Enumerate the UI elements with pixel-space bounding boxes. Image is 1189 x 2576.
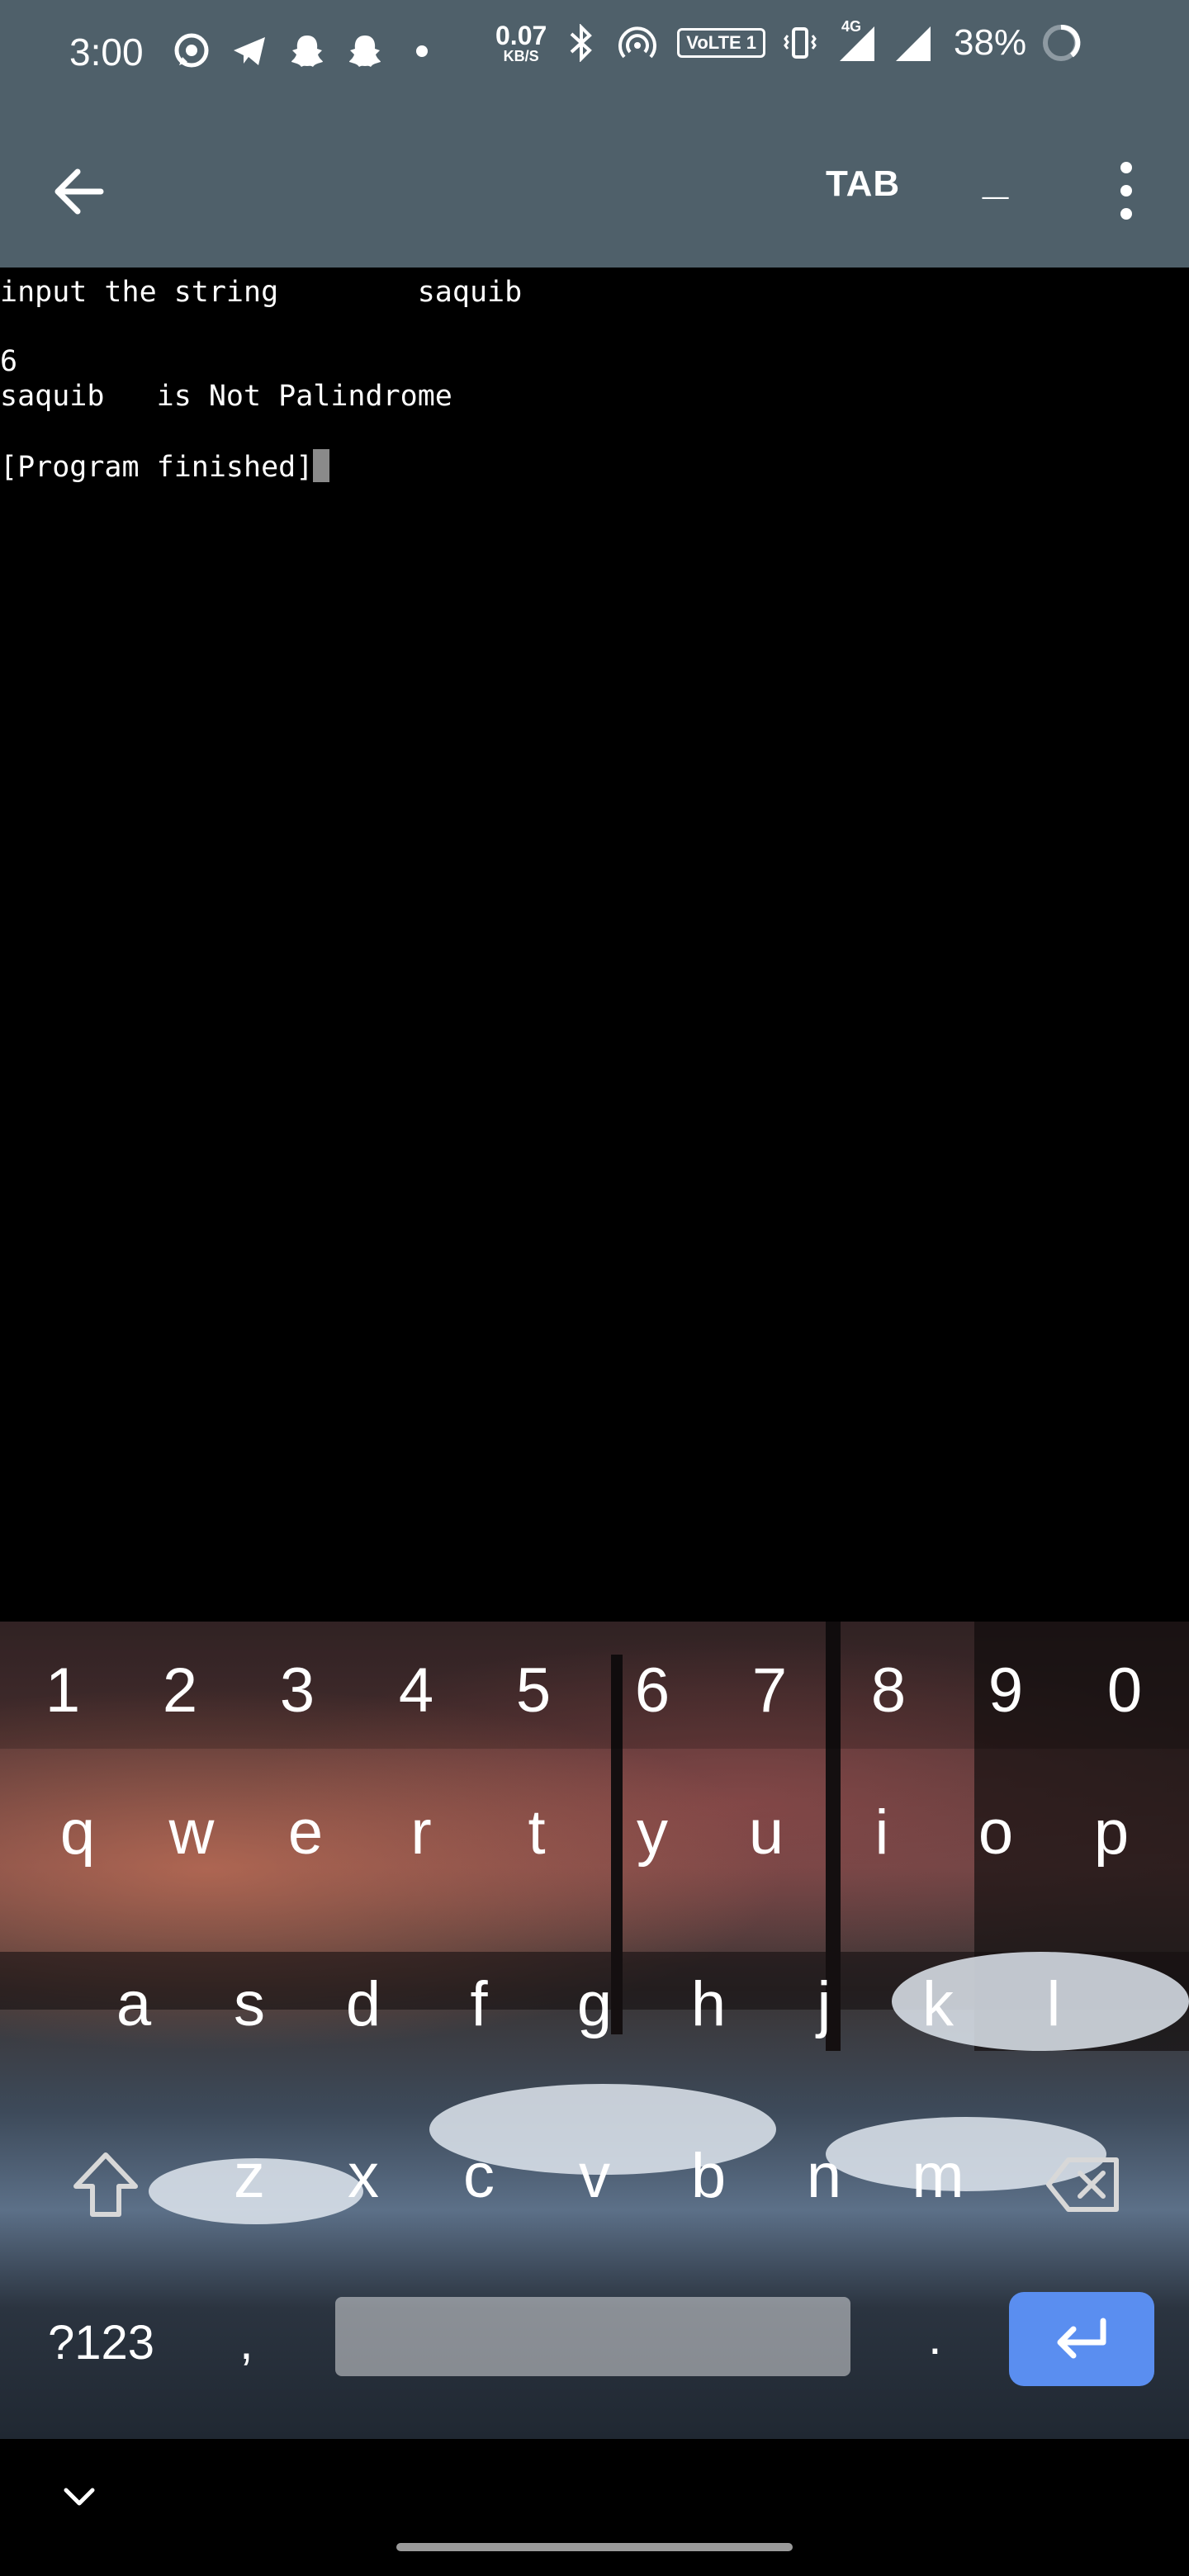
key-l[interactable]: l [1004, 1973, 1103, 2036]
dot-icon [1120, 162, 1132, 173]
key-i[interactable]: i [832, 1802, 931, 1864]
net-speed-unit: KB/S [503, 48, 539, 64]
hide-keyboard-button[interactable] [59, 2477, 99, 2517]
app-toolbar: TAB _ [0, 107, 1189, 268]
key-b[interactable]: b [659, 2145, 758, 2208]
battery-icon [1040, 21, 1082, 64]
dot-icon [1120, 208, 1132, 220]
arrow-left-icon [54, 168, 104, 215]
terminal-line: input the string saquib [0, 276, 523, 309]
terminal-line: 6 [0, 345, 18, 378]
soft-keyboard: 1 2 3 4 5 6 7 8 9 0 q w e r t y u i o p … [0, 1622, 1189, 2439]
key-d[interactable]: d [314, 1973, 413, 2036]
signal-icon [891, 21, 934, 64]
bluetooth-icon [560, 21, 603, 64]
key-5[interactable]: 5 [484, 1660, 583, 1722]
snapchat-icon-2 [343, 30, 386, 73]
key-s[interactable]: s [200, 1973, 299, 2036]
key-e[interactable]: e [256, 1802, 355, 1864]
navigation-bar [0, 2439, 1189, 2576]
snapchat-icon [286, 30, 329, 73]
key-r[interactable]: r [372, 1802, 471, 1864]
volte-badge: VoLTE 1 [677, 28, 766, 58]
chevron-down-icon [64, 2488, 95, 2506]
key-x[interactable]: x [314, 2145, 413, 2208]
key-h[interactable]: h [659, 1973, 758, 2036]
enter-arrow-icon [1057, 2318, 1106, 2359]
key-3[interactable]: 3 [248, 1660, 347, 1722]
space-bar[interactable] [335, 2297, 850, 2376]
shift-arrow-icon [73, 2152, 138, 2217]
period-key[interactable]: . [928, 2308, 942, 2365]
tab-key-button[interactable]: TAB [826, 163, 900, 205]
terminal-last-line: [Program finished] [0, 449, 330, 484]
vibrate-icon [779, 21, 822, 64]
key-p[interactable]: p [1062, 1802, 1161, 1864]
key-n[interactable]: n [775, 2145, 874, 2208]
terminal-line: saquib is Not Palindrome [0, 380, 452, 413]
key-a[interactable]: a [84, 1973, 183, 2036]
key-k[interactable]: k [888, 1973, 988, 2036]
key-4[interactable]: 4 [367, 1660, 466, 1722]
signal-4g-icon: 4G [835, 18, 878, 64]
key-u[interactable]: u [717, 1802, 816, 1864]
key-2[interactable]: 2 [130, 1660, 230, 1722]
overflow-menu-button[interactable] [1106, 162, 1146, 220]
network-type: 4G [841, 18, 862, 35]
dot-icon [1120, 185, 1132, 197]
key-0[interactable]: 0 [1075, 1660, 1174, 1722]
net-speed-value: 0.07 [495, 21, 547, 50]
hotspot-icon [616, 21, 659, 64]
more-notifications-dot-icon [416, 45, 428, 57]
key-o[interactable]: o [946, 1802, 1045, 1864]
key-m[interactable]: m [888, 2145, 988, 2208]
key-9[interactable]: 9 [956, 1660, 1055, 1722]
notification-icons [170, 30, 428, 73]
status-bar: 3:00 0.07 KB/S VoLTE 1 4G 38% [0, 0, 1189, 107]
shift-key[interactable] [66, 2145, 145, 2224]
key-g[interactable]: g [545, 1973, 644, 2036]
key-6[interactable]: 6 [603, 1660, 702, 1722]
key-c[interactable]: c [429, 2145, 528, 2208]
key-8[interactable]: 8 [839, 1660, 938, 1722]
terminal-output[interactable]: input the string saquib 6 saquib is Not … [0, 268, 1189, 1622]
home-gesture-pill[interactable] [396, 2543, 793, 2551]
underscore-key-button[interactable]: _ [983, 150, 1008, 204]
backspace-icon [1046, 2157, 1119, 2212]
key-j[interactable]: j [775, 1973, 874, 2036]
key-v[interactable]: v [545, 2145, 644, 2208]
key-1[interactable]: 1 [13, 1660, 112, 1722]
key-q[interactable]: q [28, 1802, 127, 1864]
program-finished-text: [Program finished] [0, 451, 314, 484]
battery-percent: 38% [954, 22, 1027, 63]
key-t[interactable]: t [487, 1802, 586, 1864]
system-status-icons: 0.07 KB/S VoLTE 1 4G 38% [495, 18, 1082, 64]
network-speed: 0.07 KB/S [495, 22, 547, 64]
symbols-key[interactable]: ?123 [48, 2315, 154, 2370]
status-time: 3:00 [69, 31, 144, 73]
key-z[interactable]: z [200, 2145, 299, 2208]
backspace-key[interactable] [1044, 2145, 1123, 2224]
terminal-cursor [313, 449, 330, 482]
telegram-icon [228, 30, 271, 73]
enter-key[interactable] [1009, 2292, 1154, 2386]
whatsapp-icon [170, 30, 213, 73]
key-w[interactable]: w [142, 1802, 241, 1864]
back-button[interactable] [48, 159, 114, 225]
key-7[interactable]: 7 [720, 1660, 819, 1722]
key-y[interactable]: y [603, 1802, 702, 1864]
key-f[interactable]: f [429, 1973, 528, 2036]
comma-key[interactable]: , [239, 2313, 253, 2370]
